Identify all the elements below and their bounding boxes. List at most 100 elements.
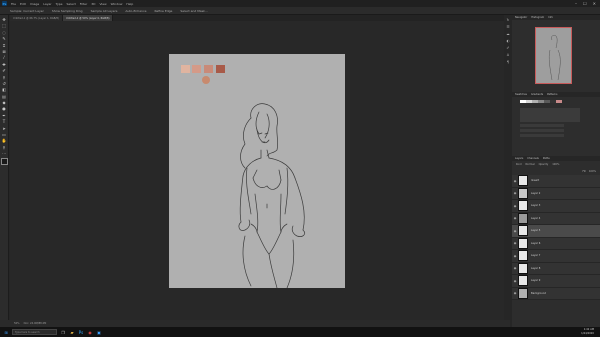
layer-row[interactable]: ◉ Layer 6 xyxy=(512,237,600,250)
tab-swatches[interactable]: Swatches xyxy=(515,93,527,96)
menu-select[interactable]: Select xyxy=(67,2,76,6)
brush-tool-icon[interactable]: ✐ xyxy=(2,68,7,73)
photoshop-icon[interactable]: Ps xyxy=(78,329,84,335)
layers-toolbar: Kind Normal Opacity 100% xyxy=(512,161,600,168)
zoom-level[interactable]: 50% xyxy=(14,322,20,325)
menu-file[interactable]: File xyxy=(11,2,16,6)
stamp-tool-icon[interactable]: ⚲ xyxy=(2,75,7,80)
character-panel-icon[interactable]: A xyxy=(506,53,510,57)
maximize-button[interactable]: ☐ xyxy=(583,1,587,6)
properties-panel-icon[interactable]: ☰ xyxy=(506,25,510,29)
eraser-tool-icon[interactable]: ◧ xyxy=(2,87,7,92)
tab-layers[interactable]: Layers xyxy=(515,157,523,160)
swatch-folder[interactable] xyxy=(520,134,564,137)
option-refine-edge[interactable]: Refine Edge xyxy=(154,9,172,13)
menu-filter[interactable]: Filter xyxy=(80,2,87,6)
tab-paths[interactable]: Paths xyxy=(543,157,550,160)
dodge-tool-icon[interactable]: ● xyxy=(2,106,7,111)
doc-size[interactable]: Doc: 24.9M/88.0M xyxy=(24,322,47,325)
path-select-tool-icon[interactable]: ➤ xyxy=(2,126,7,131)
tab-patterns[interactable]: Patterns xyxy=(547,93,557,96)
move-tool-icon[interactable]: ✥ xyxy=(2,17,7,22)
zoom-tool-icon[interactable]: ⚲ xyxy=(2,145,7,150)
menu-view[interactable]: View xyxy=(99,2,106,6)
menu-type[interactable]: Type xyxy=(56,2,63,6)
layers-list: ◉ lineart ◉ Layer 2 ◉ Layer 3 ◉ Layer 4 ◉ Lay… xyxy=(512,175,600,300)
navigator-panel-header: Navigator Histogram Info xyxy=(512,15,600,20)
opacity-label: Opacity xyxy=(538,163,549,166)
history-panel-icon[interactable]: ↻ xyxy=(506,18,510,22)
app-logo[interactable]: Ps xyxy=(2,1,7,6)
layer-filter-kind[interactable]: Kind xyxy=(516,163,522,166)
store-icon[interactable]: ▣ xyxy=(96,329,102,335)
option-sample[interactable]: Sample: Current Layer xyxy=(10,9,44,13)
layer-thumbnail xyxy=(518,250,528,262)
layer-row[interactable]: ◉ Layer 7 xyxy=(512,250,600,263)
adjustments-panel-icon[interactable]: ◐ xyxy=(506,39,510,43)
canvas[interactable] xyxy=(169,54,345,289)
paragraph-panel-icon[interactable]: ¶ xyxy=(506,60,510,64)
lasso-tool-icon[interactable]: ◌ xyxy=(2,30,7,35)
option-select-mask[interactable]: Select and Mask... xyxy=(180,9,207,13)
swatch-folder[interactable] xyxy=(520,124,564,127)
navigator-preview[interactable] xyxy=(535,27,572,84)
taskbar: ⊞ Type here to search ❐ ▰ Ps ◉ ▣ 1:42 AM… xyxy=(0,327,600,337)
system-clock[interactable]: 1:42 AM 1/24/2020 xyxy=(581,328,594,336)
healing-tool-icon[interactable]: ✚ xyxy=(2,62,7,67)
minimize-button[interactable]: – xyxy=(575,1,577,6)
swatch-group-grays[interactable] xyxy=(520,108,580,122)
menu-edit[interactable]: Edit xyxy=(20,2,26,6)
frame-tool-icon[interactable]: ⊠ xyxy=(2,49,7,54)
pen-tool-icon[interactable]: ✒ xyxy=(2,113,7,118)
tab-navigator[interactable]: Navigator xyxy=(515,16,527,19)
more-tools-icon[interactable]: ⋯ xyxy=(2,151,7,156)
libraries-panel-icon[interactable]: ☁ xyxy=(506,32,510,36)
swatch[interactable] xyxy=(556,100,562,103)
eyedropper-tool-icon[interactable]: ⁄ xyxy=(2,55,7,60)
layer-row[interactable]: ◉ Background xyxy=(512,287,600,300)
menu-window[interactable]: Window xyxy=(111,2,123,6)
tab-info[interactable]: Info xyxy=(548,16,553,19)
tab-channels[interactable]: Channels xyxy=(527,157,539,160)
task-view-icon[interactable]: ❐ xyxy=(60,329,66,335)
marquee-tool-icon[interactable]: ⬚ xyxy=(2,23,7,28)
layer-blend-mode[interactable]: Normal xyxy=(526,163,535,166)
tab-gradients[interactable]: Gradients xyxy=(531,93,543,96)
swatch-folder[interactable] xyxy=(520,129,564,132)
opacity-value[interactable]: 100% xyxy=(552,163,559,166)
tab-histogram[interactable]: Histogram xyxy=(531,16,544,19)
option-sample-all[interactable]: Sample All Layers xyxy=(91,9,118,13)
layer-name: Layer 3 xyxy=(531,204,541,208)
swatch-groups xyxy=(512,106,600,139)
layer-row[interactable]: ◉ Layer 4 xyxy=(512,212,600,225)
explorer-icon[interactable]: ▰ xyxy=(69,329,75,335)
close-button[interactable]: ✕ xyxy=(593,1,596,6)
type-tool-icon[interactable]: T xyxy=(2,119,7,124)
hand-tool-icon[interactable]: ✋ xyxy=(2,138,7,143)
fill-value[interactable]: 100% xyxy=(589,170,596,173)
menu-layer[interactable]: Layer xyxy=(43,2,51,6)
layer-row[interactable]: ◉ Layer 2 xyxy=(512,187,600,200)
menu-image[interactable]: Image xyxy=(30,2,39,6)
layer-row[interactable]: ◉ lineart xyxy=(512,175,600,188)
option-sampling-ring[interactable]: Show Sampling Ring xyxy=(52,9,83,13)
taskbar-search[interactable]: Type here to search xyxy=(12,329,57,335)
layer-row-selected[interactable]: ◉ Layer 5 xyxy=(512,225,600,238)
option-auto-enhance[interactable]: Auto-Enhance xyxy=(125,9,146,13)
blur-tool-icon[interactable]: ◆ xyxy=(2,100,7,105)
layer-row[interactable]: ◉ Layer 3 xyxy=(512,200,600,213)
chrome-icon[interactable]: ◉ xyxy=(87,329,93,335)
crop-tool-icon[interactable]: ⌗ xyxy=(2,43,7,48)
layer-row[interactable]: ◉ Layer 8 xyxy=(512,262,600,275)
history-brush-tool-icon[interactable]: ↺ xyxy=(2,81,7,86)
shape-tool-icon[interactable]: ▭ xyxy=(2,132,7,137)
gradient-tool-icon[interactable]: ▤ xyxy=(2,94,7,99)
foreground-color-swatch[interactable] xyxy=(0,157,8,165)
windows-start-icon[interactable]: ⊞ xyxy=(3,329,9,335)
brush-settings-icon[interactable]: ✐ xyxy=(506,46,510,50)
menu-help[interactable]: Help xyxy=(126,2,133,6)
layer-row[interactable]: ◉ Layer 9 xyxy=(512,275,600,288)
quick-select-tool-icon[interactable]: ✎ xyxy=(2,36,7,41)
menu-3d[interactable]: 3D xyxy=(91,2,95,6)
figure-lineart xyxy=(238,103,305,289)
